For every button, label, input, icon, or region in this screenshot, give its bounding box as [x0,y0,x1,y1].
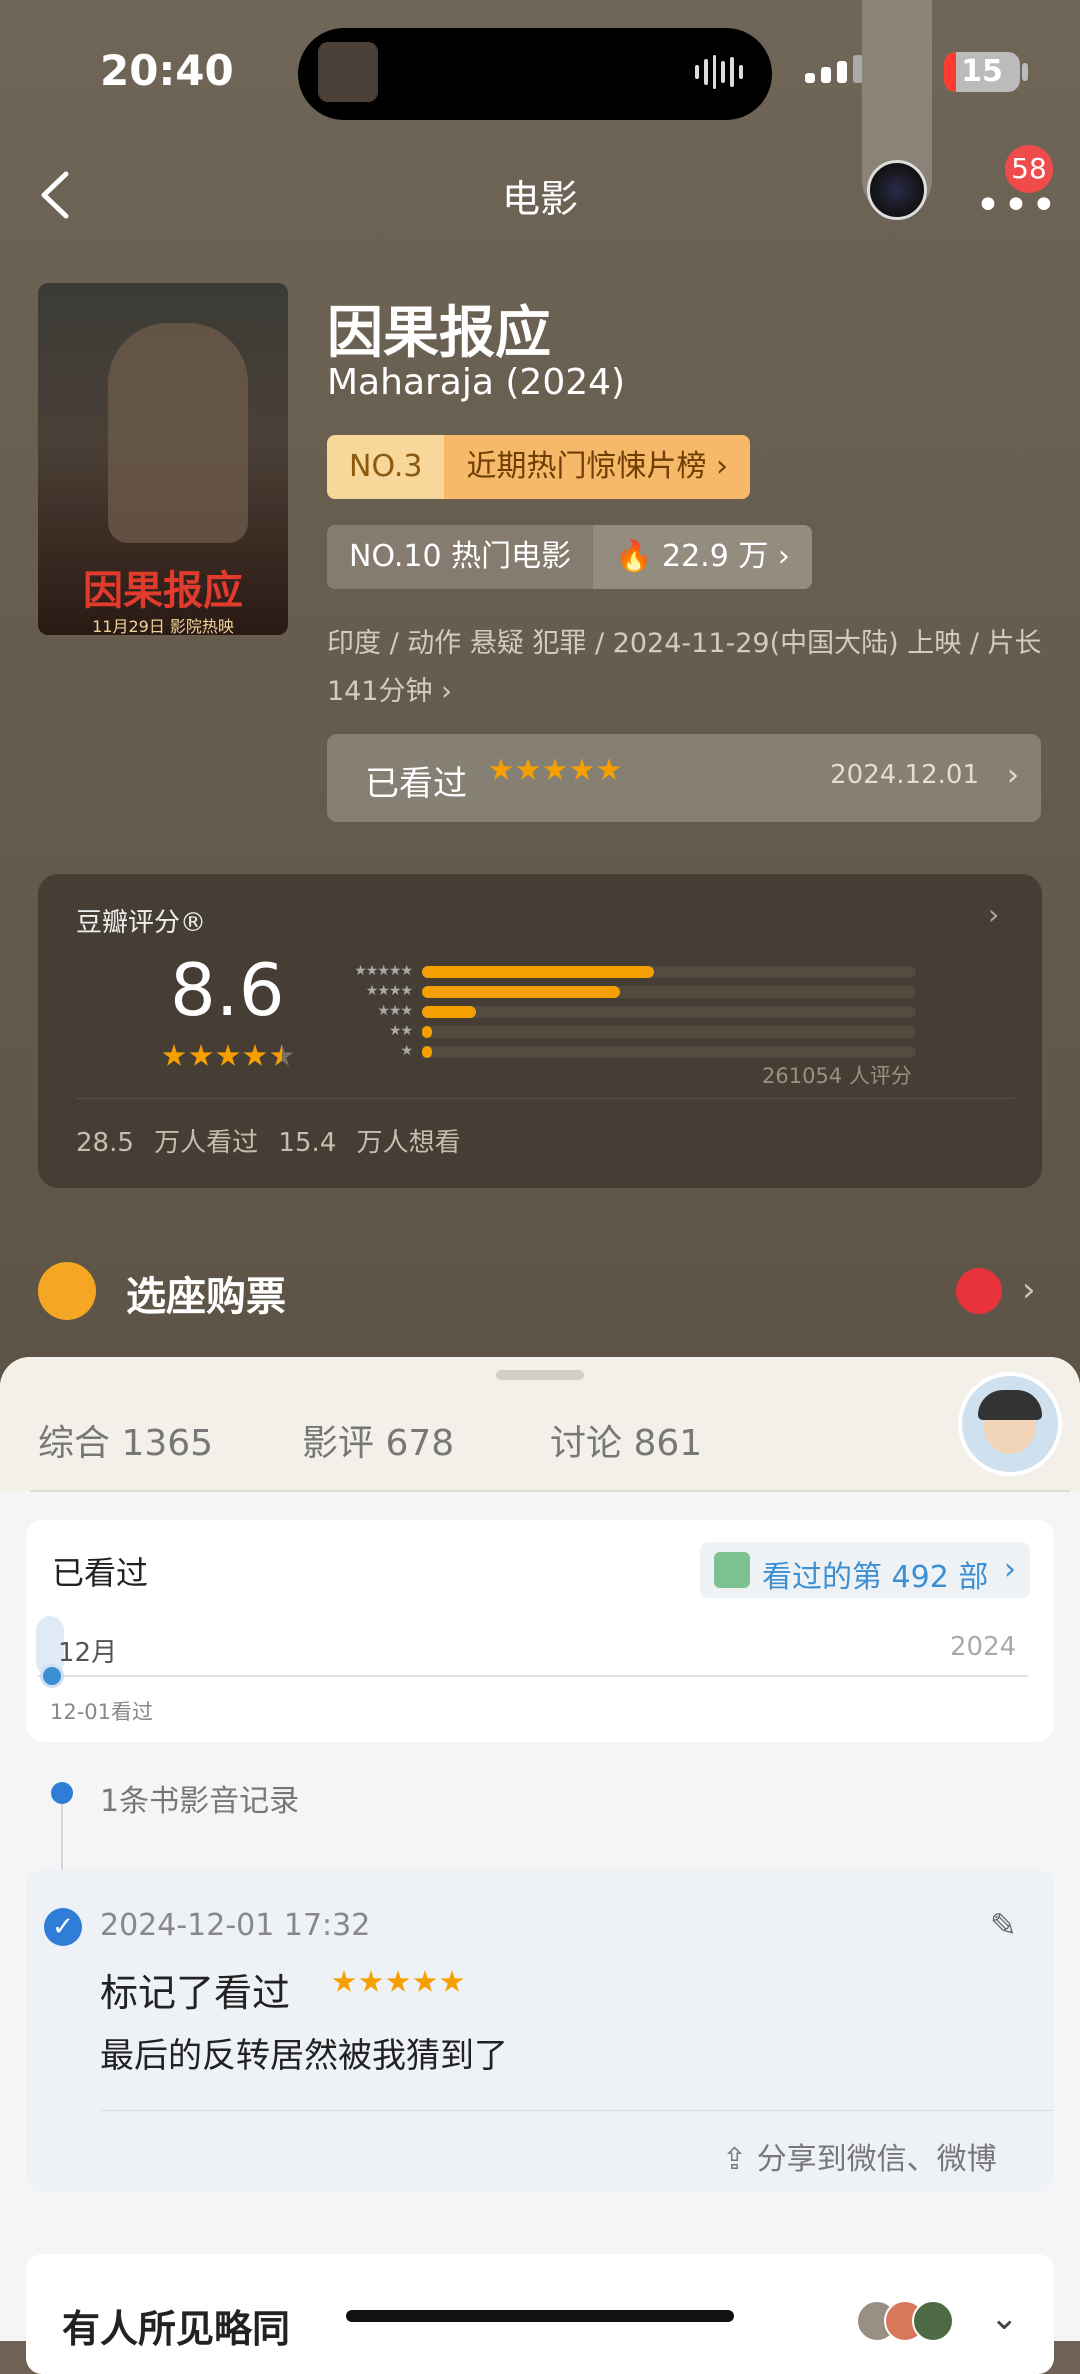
entry-comment: 最后的反转居然被我猜到了 [100,2036,508,2076]
home-indicator [346,2310,734,2322]
rank-thriller-chart[interactable]: NO.3 近期热门惊悚片榜 › [327,435,751,499]
now-playing-thumbnail [318,42,378,102]
record-dot [51,1782,73,1804]
box-icon [714,1552,750,1588]
rating-bar-fill [422,1046,432,1058]
battery-level: 15 [961,54,1003,89]
movie-meta[interactable]: 印度 / 动作 悬疑 犯罪 / 2024-11-29(中国大陆) 上映 / 片长… [327,620,1047,716]
ticket-icon[interactable] [38,1262,96,1320]
entry-action: 标记了看过 [100,1971,291,2015]
rating-bar-fill [422,966,655,978]
rating-bar-stars: ★ [400,1043,413,1059]
rating-score: 8.6 [170,948,285,1032]
chevron-down-icon[interactable]: ⌄ [990,2298,1019,2338]
similar-title: 有人所见略同 [62,2307,291,2351]
watched-card-title: 已看过 [52,1554,149,1592]
share-button[interactable]: ⇪ 分享到微信、微博 [722,2134,997,2178]
divider [76,1098,1014,1099]
rating-bar-fill [422,1026,432,1038]
floating-widget-avatar[interactable] [867,160,927,220]
poster-figure [108,323,248,543]
check-icon: ✓ [44,1908,82,1946]
drag-handle[interactable] [496,1370,584,1380]
timeline-note: 12-01看过 [50,1700,154,1724]
rating-bar-track [422,986,916,998]
chevron-right-icon: › [1007,758,1019,793]
avatar [912,2300,954,2342]
edit-icon[interactable]: ✎ [990,1906,1017,1944]
rating-bar-fill [422,1006,477,1018]
battery-tip [1022,63,1028,81]
chevron-right-icon[interactable]: › [988,898,999,931]
entry-time: 2024-12-01 17:32 [100,1908,371,1943]
movie-title: 因果报应 [327,301,551,366]
movie-original-title: Maharaja (2024) [327,362,626,403]
watched-date: 2024.12.01 [830,760,979,790]
rating-bar-stars: ★★ [388,1023,413,1039]
rank-label: 近期热门惊悚片榜 › [444,435,751,499]
watched-status-bar[interactable]: 已看过 2024.12.01 › [327,734,1041,822]
chevron-right-icon[interactable]: › [1022,1270,1036,1310]
hot-count-value: 22.9 万 › [661,539,790,574]
tab-discussions[interactable]: 讨论 861 [550,1414,702,1466]
watched-count-text: 看过的第 492 部 [762,1560,989,1595]
rating-count: 261054 人评分 [762,1064,912,1088]
timeline-line [38,1675,1028,1677]
hot-count: 🔥 22.9 万 › [593,525,812,589]
divider [100,2110,1054,2111]
timeline-year: 2024 [950,1632,1017,1662]
watched-count-link[interactable]: 看过的第 492 部 › [700,1542,1030,1598]
entry-stars [332,1970,467,1998]
audio-wave-icon [695,54,743,90]
rating-label: 豆瓣评分® [76,908,207,938]
notification-badge: 58 [1005,145,1053,193]
signal-icon [805,55,863,83]
maoyan-cat-icon[interactable] [956,1268,1002,1314]
rating-bar-track [422,1026,916,1038]
buy-ticket-label[interactable]: 选座购票 [126,1264,286,1322]
rating-bar-stars: ★★★★ [365,983,413,999]
watch-stats: 28.5 万人看过 15.4 万人想看 [76,1128,461,1158]
battery-icon: 15 [944,52,1020,92]
rank-hot-movies[interactable]: NO.10 热门电影 🔥 22.9 万 › [327,525,812,589]
poster-title: 因果报应 [83,568,243,614]
record-count: 1条书影音记录 [100,1784,300,1819]
tab-reviews[interactable]: 影评 678 [302,1414,454,1466]
rating-bar-track [422,1046,916,1058]
rating-bar-stars: ★★★★★ [354,963,413,979]
divider [30,1490,1070,1492]
my-rating-stars [489,758,624,786]
avatar[interactable] [958,1372,1062,1476]
timeline-month: 12月 [58,1638,118,1668]
watched-label: 已看过 [365,764,467,804]
share-label: 分享到微信、微博 [756,2142,997,2177]
rating-bar-fill [422,986,620,998]
movie-poster[interactable]: 因果报应 11月29日 影院热映 [38,283,288,635]
chevron-right-icon: › [1004,1552,1016,1587]
bottom-sheet [0,1357,1080,2341]
rating-stars [162,1044,297,1072]
poster-date: 11月29日 影院热映 [92,617,234,635]
status-time: 20:40 [100,46,234,95]
tab-overview[interactable]: 综合 1365 [38,1414,213,1466]
rank-hot-label: NO.10 热门电影 [327,525,594,589]
timeline-dot[interactable] [40,1664,64,1688]
rating-bar-track [422,966,916,978]
rank-number: NO.3 [327,435,445,499]
rating-bar-stars: ★★★ [377,1003,413,1019]
rating-bar-track [422,1006,916,1018]
